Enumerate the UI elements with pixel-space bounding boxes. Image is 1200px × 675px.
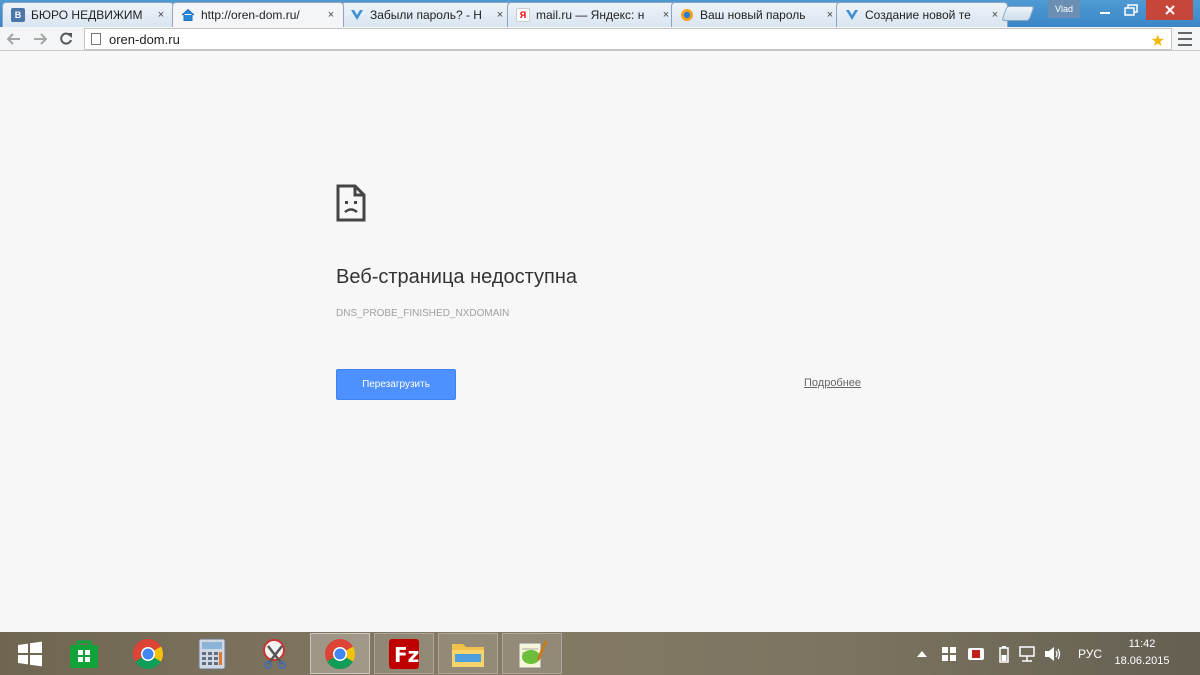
tray-volume-icon[interactable] [1042, 632, 1064, 675]
tab-6[interactable]: Создание новой те × [836, 2, 1008, 27]
windows-taskbar: Fz РУС 11:42 18.06.2015 [0, 632, 1200, 675]
speaker-icon [1045, 646, 1061, 661]
tab-close-icon[interactable]: × [325, 9, 337, 21]
chevron-up-icon [917, 650, 927, 657]
reload-page-button[interactable]: Перезагрузить [336, 369, 456, 400]
tab-4[interactable]: Я mail.ru — Яндекс: н × [507, 2, 679, 27]
tab-title: Забыли пароль? - Н [370, 8, 482, 22]
taskbar-app-chrome-active[interactable] [310, 633, 370, 674]
windows-flag-icon [942, 646, 956, 661]
tab-2[interactable]: http://oren-dom.ru/ × [172, 2, 344, 27]
clock-date: 18.06.2015 [1114, 655, 1170, 667]
back-button[interactable] [4, 29, 24, 49]
taskbar-app-snipping-tool[interactable] [246, 633, 306, 674]
browser-toolbar: oren-dom.ru ★ [0, 27, 1200, 51]
scissors-icon [263, 638, 286, 669]
svg-text:Fz: Fz [394, 643, 419, 667]
new-tab-button[interactable] [1001, 6, 1035, 21]
forum-icon [350, 8, 364, 22]
battery-icon [999, 645, 1009, 663]
error-title: Веб-страница недоступна [336, 266, 578, 288]
tab-title: Ваш новый пароль [700, 8, 806, 22]
filezilla-icon: Fz [389, 638, 419, 669]
taskbar-app-calculator[interactable] [182, 633, 242, 674]
tray-overflow-button[interactable] [914, 632, 930, 675]
user-profile-badge[interactable]: Vlad [1048, 0, 1080, 18]
tab-3[interactable]: Забыли пароль? - Н × [341, 2, 513, 27]
clock[interactable]: 11:42 18.06.2015 [1112, 636, 1172, 670]
home-icon [181, 8, 195, 22]
tray-antivirus-icon[interactable] [964, 632, 988, 675]
start-button[interactable] [0, 633, 60, 674]
close-icon [1164, 5, 1175, 15]
details-link[interactable]: Подробнее [804, 377, 861, 389]
title-bar: B БЮРО НЕДВИЖИМ × http://oren-dom.ru/ × … [0, 0, 1200, 27]
folder-icon [452, 643, 484, 667]
reload-button[interactable] [56, 29, 76, 49]
store-icon [70, 640, 98, 668]
clock-time: 11:42 [1128, 638, 1156, 650]
menu-bar-icon [1178, 32, 1192, 34]
chrome-menu-button[interactable] [1178, 32, 1192, 46]
page-icon [91, 33, 101, 45]
tray-windows-icon[interactable] [938, 632, 960, 675]
notepad-plus-plus-icon [518, 639, 548, 668]
chrome-icon [325, 638, 356, 669]
page-content: Веб-страница недоступна DNS_PROBE_FINISH… [0, 52, 1200, 632]
restore-button[interactable] [1118, 0, 1144, 20]
arrow-left-icon [7, 33, 20, 45]
tab-close-icon[interactable]: × [989, 9, 1001, 21]
tab-title: Создание новой те [865, 8, 971, 22]
address-bar[interactable]: oren-dom.ru ★ [84, 28, 1172, 50]
mail-icon [680, 8, 694, 22]
vk-icon: B [11, 8, 25, 22]
tab-title: mail.ru — Яндекс: н [536, 8, 645, 22]
forum-icon [845, 8, 859, 22]
taskbar-app-chrome[interactable] [118, 633, 178, 674]
reload-icon [60, 32, 72, 45]
bookmark-star-icon[interactable]: ★ [1151, 31, 1165, 51]
menu-bar-icon [1178, 44, 1192, 46]
tray-battery-icon[interactable] [994, 632, 1014, 675]
taskbar-app-store[interactable] [54, 633, 114, 674]
tab-5[interactable]: Ваш новый пароль × [671, 2, 843, 27]
arrow-right-icon [34, 33, 47, 45]
tab-1[interactable]: B БЮРО НЕДВИЖИМ × [2, 2, 174, 27]
tab-close-icon[interactable]: × [494, 9, 506, 21]
address-text[interactable]: oren-dom.ru [109, 32, 180, 47]
tab-title: БЮРО НЕДВИЖИМ [31, 8, 143, 22]
menu-bar-icon [1178, 38, 1192, 40]
sad-page-icon [336, 184, 366, 227]
calculator-icon [198, 638, 226, 669]
taskbar-app-notepad-plus-plus[interactable] [502, 633, 562, 674]
minimize-icon [1100, 12, 1110, 14]
windows-logo-icon [18, 641, 42, 666]
error-code: DNS_PROBE_FINISHED_NXDOMAIN [336, 308, 510, 319]
taskbar-app-file-explorer[interactable] [438, 633, 498, 674]
restore-icon [1124, 4, 1138, 16]
minimize-button[interactable] [1092, 0, 1118, 20]
close-window-button[interactable] [1146, 0, 1193, 20]
tab-title: http://oren-dom.ru/ [201, 8, 300, 22]
forward-button[interactable] [30, 29, 50, 49]
shield-icon [968, 647, 984, 660]
tray-network-icon[interactable] [1016, 632, 1038, 675]
network-icon [1019, 645, 1035, 662]
tab-close-icon[interactable]: × [824, 9, 836, 21]
tab-close-icon[interactable]: × [155, 9, 167, 21]
taskbar-app-filezilla[interactable]: Fz [374, 633, 434, 674]
chrome-icon [132, 638, 164, 669]
language-indicator[interactable]: РУС [1072, 632, 1108, 675]
yandex-icon: Я [516, 8, 530, 22]
